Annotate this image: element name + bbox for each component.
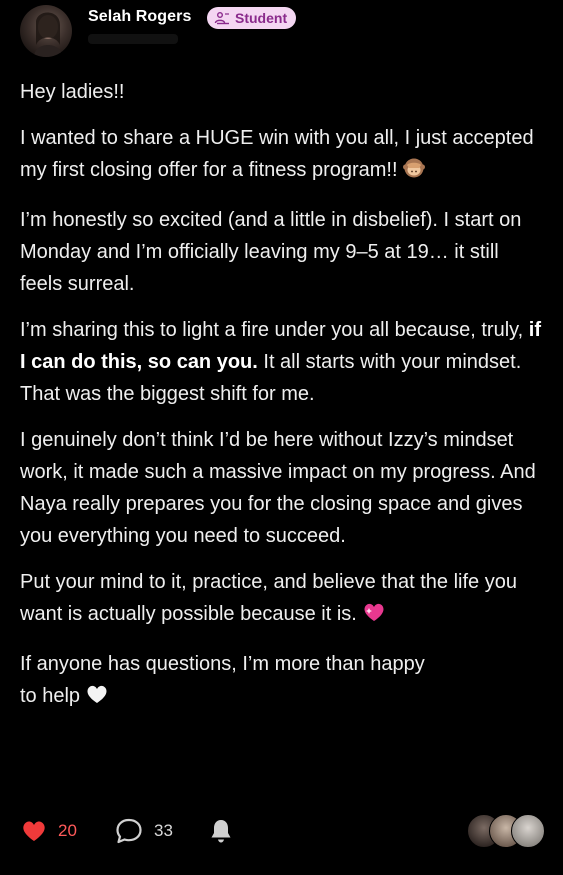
student-icon (214, 12, 229, 25)
offer-help-line-1: If anyone has questions, I’m more than h… (20, 653, 425, 675)
heart-icon (23, 821, 45, 841)
post-card: Selah Rogers Student Hey ladies!! I want… (0, 0, 563, 875)
post-header: Selah Rogers Student (20, 4, 540, 60)
paragraph-offer-help: If anyone has questions, I’m more than h… (20, 648, 545, 716)
author-name[interactable]: Selah Rogers (88, 8, 191, 26)
paragraph-motivation: I’m sharing this to light a fire under y… (20, 314, 545, 410)
comment-bubble-icon (116, 818, 142, 844)
comment-button[interactable]: 33 (114, 813, 173, 849)
post-meta (88, 34, 178, 44)
bell-icon (211, 820, 231, 843)
paragraph-win: I wanted to share a HUGE win with you al… (20, 122, 545, 190)
reactor-avatar (511, 814, 545, 848)
comment-count: 33 (154, 821, 173, 840)
post-footer: 20 33 (20, 813, 545, 849)
paragraph-win-text: I wanted to share a HUGE win with you al… (20, 127, 534, 181)
paragraph-motivation-start: I’m sharing this to light a fire under y… (20, 319, 529, 341)
white-heart-icon (84, 682, 110, 716)
avatar-photo (34, 12, 62, 57)
student-badge: Student (207, 7, 297, 29)
like-button[interactable]: 20 (20, 813, 77, 849)
notify-button[interactable] (208, 813, 234, 849)
avatar[interactable] (20, 5, 72, 57)
paragraph-thanks: I genuinely don’t think I’d be here with… (20, 429, 536, 547)
badge-label: Student (235, 10, 288, 26)
paragraph-excited: I’m honestly so excited (and a little in… (20, 209, 522, 295)
post-body: Hey ladies!! I wanted to share a HUGE wi… (20, 76, 545, 730)
paragraph-greeting: Hey ladies!! (20, 81, 125, 103)
sparkling-heart-icon (361, 600, 387, 634)
like-count: 20 (58, 821, 77, 840)
see-no-evil-monkey-icon (402, 156, 426, 190)
paragraph-advice-text: Put your mind to it, practice, and belie… (20, 571, 517, 625)
reactor-avatars[interactable] (467, 814, 545, 848)
paragraph-advice: Put your mind to it, practice, and belie… (20, 566, 545, 634)
offer-help-line-2: to help (20, 685, 81, 707)
